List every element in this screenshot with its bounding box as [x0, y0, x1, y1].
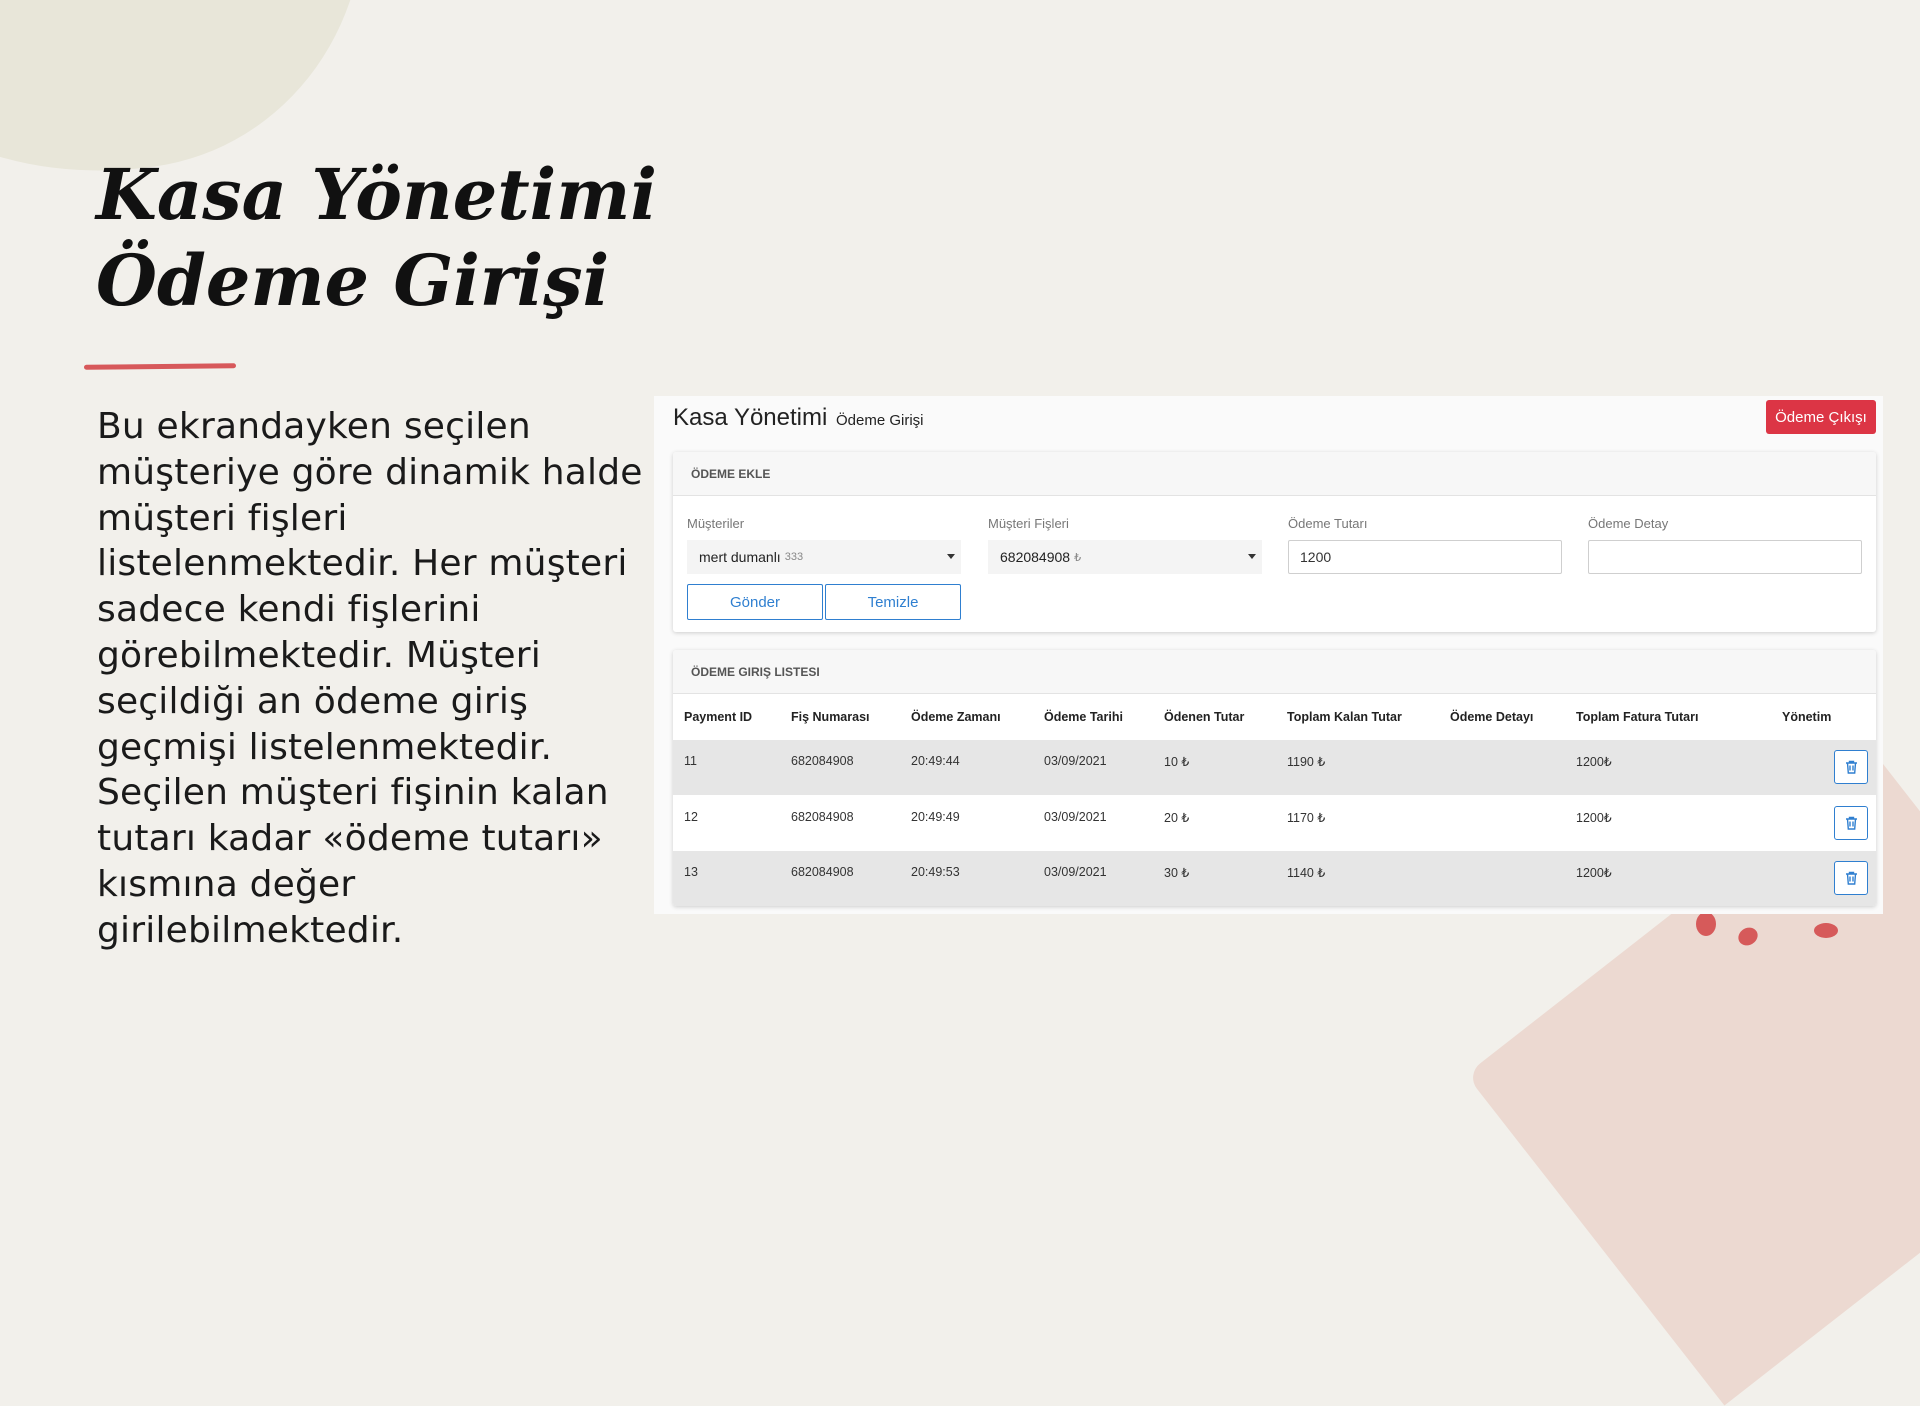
- add-payment-header: ÖDEME EKLE: [673, 452, 1876, 496]
- column-header: Fiş Numarası: [791, 710, 870, 724]
- chevron-down-icon: [1248, 554, 1256, 559]
- receipts-label: Müşteri Fişleri: [988, 516, 1069, 531]
- customers-label: Müşteriler: [687, 516, 745, 531]
- payment-exit-button[interactable]: Ödeme Çıkışı: [1766, 400, 1876, 434]
- page-title-text: Kasa Yönetimi: [673, 404, 828, 431]
- delete-button[interactable]: [1834, 861, 1868, 895]
- receipt-select[interactable]: 682084908 ₺: [988, 540, 1262, 574]
- submit-button[interactable]: Gönder: [687, 584, 823, 620]
- date-cell: 03/09/2021: [1044, 810, 1107, 824]
- title-underline: [83, 363, 237, 370]
- remaining-cell: 1190 ₺: [1287, 755, 1326, 769]
- remaining-cell: 1140 ₺: [1287, 866, 1326, 880]
- column-header: Ödeme Zamanı: [911, 710, 1001, 724]
- date-cell: 03/09/2021: [1044, 865, 1107, 879]
- trash-icon: [1845, 871, 1857, 885]
- column-header: Payment ID: [684, 710, 753, 724]
- add-payment-card: ÖDEME EKLE Müşteriler mert dumanlı 333 Mü…: [673, 452, 1876, 632]
- chevron-down-icon: [947, 554, 955, 559]
- receipt-cell: 682084908: [791, 810, 854, 824]
- payment-list-card: ÖDEME GIRIŞ LISTESI Payment ID Fiş Numar…: [673, 650, 1876, 906]
- customer-select[interactable]: mert dumanlı 333: [687, 540, 961, 574]
- table-row: 11 682084908 20:49:44 03/09/2021 10 ₺ 11…: [673, 740, 1876, 795]
- table-row: 12 682084908 20:49:49 03/09/2021 20 ₺ 11…: [673, 796, 1876, 851]
- decorative-dot: [1814, 923, 1838, 938]
- payment-list-header: ÖDEME GIRIŞ LISTESI: [673, 650, 1876, 694]
- total-cell: 1200₺: [1576, 866, 1612, 880]
- customer-select-value: mert dumanlı: [699, 549, 781, 565]
- payment-id-cell: 12: [684, 810, 698, 824]
- column-header: Toplam Fatura Tutarı: [1576, 710, 1699, 724]
- time-cell: 20:49:44: [911, 754, 960, 768]
- decorative-dot: [1696, 912, 1716, 936]
- trash-icon: [1845, 760, 1857, 774]
- delete-button[interactable]: [1834, 806, 1868, 840]
- slide-title-line-1: Kasa Yönetimi: [96, 153, 657, 236]
- time-cell: 20:49:53: [911, 865, 960, 879]
- column-header: Yönetim: [1782, 710, 1832, 724]
- slide-description: Bu ekrandayken seçilen müşteriye göre di…: [97, 406, 643, 951]
- app-screenshot: Kasa Yönetimi Ödeme Girişi Ödeme Çıkışı …: [654, 396, 1883, 914]
- column-header: Ödeme Tarihi: [1044, 710, 1123, 724]
- detail-label: Ödeme Detay: [1588, 516, 1669, 531]
- date-cell: 03/09/2021: [1044, 754, 1107, 768]
- total-cell: 1200₺: [1576, 755, 1612, 769]
- amount-label: Ödeme Tutarı: [1288, 516, 1368, 531]
- column-header: Ödenen Tutar: [1164, 710, 1245, 724]
- receipt-currency: ₺: [1074, 551, 1082, 564]
- receipt-cell: 682084908: [791, 754, 854, 768]
- time-cell: 20:49:49: [911, 810, 960, 824]
- slide-title: Kasa Yönetimi Ödeme Girişi: [96, 152, 657, 324]
- customer-code: 333: [784, 551, 804, 563]
- table-header: Payment ID Fiş Numarası Ödeme Zamanı Öde…: [673, 694, 1876, 740]
- payment-id-cell: 13: [684, 865, 698, 879]
- receipt-select-value: 682084908: [1000, 549, 1071, 565]
- paid-cell: 20 ₺: [1164, 811, 1190, 825]
- paid-cell: 10 ₺: [1164, 755, 1190, 769]
- amount-input[interactable]: 1200: [1288, 540, 1562, 574]
- detail-input[interactable]: [1588, 540, 1862, 574]
- remaining-cell: 1170 ₺: [1287, 811, 1326, 825]
- delete-button[interactable]: [1834, 750, 1868, 784]
- paid-cell: 30 ₺: [1164, 866, 1190, 880]
- column-header: Toplam Kalan Tutar: [1287, 710, 1402, 724]
- clear-button[interactable]: Temizle: [825, 584, 961, 620]
- page-title: Kasa Yönetimi Ödeme Girişi: [673, 404, 924, 432]
- receipt-cell: 682084908: [791, 865, 854, 879]
- table-row: 13 682084908 20:49:53 03/09/2021 30 ₺ 11…: [673, 851, 1876, 906]
- slide-title-line-2: Ödeme Girişi: [96, 239, 610, 322]
- trash-icon: [1845, 816, 1857, 830]
- total-cell: 1200₺: [1576, 811, 1612, 825]
- payment-id-cell: 11: [684, 754, 697, 768]
- page-subtitle: Ödeme Girişi: [835, 412, 924, 429]
- column-header: Ödeme Detayı: [1450, 710, 1534, 724]
